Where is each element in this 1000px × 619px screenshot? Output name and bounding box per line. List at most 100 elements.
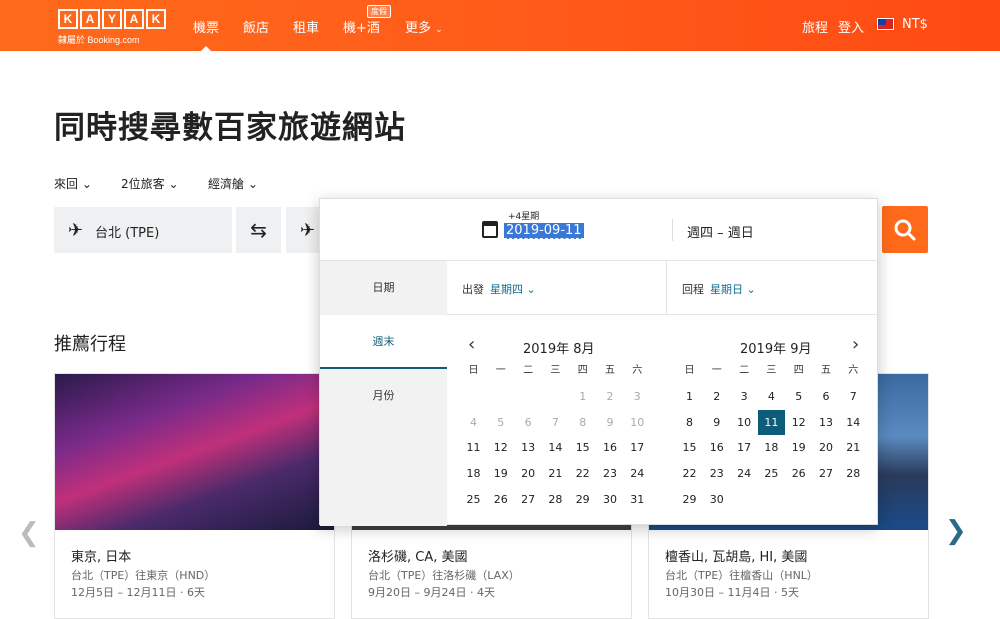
day-cell[interactable]: 12 bbox=[785, 410, 812, 435]
day-cell[interactable]: 15 bbox=[569, 435, 596, 460]
day-cell[interactable]: 1 bbox=[676, 384, 703, 409]
day-cell[interactable]: 21 bbox=[542, 461, 569, 486]
carousel-next-icon[interactable]: ❯ bbox=[945, 516, 967, 546]
nav-flights[interactable]: 機票 bbox=[193, 17, 219, 53]
day-cell[interactable]: 13 bbox=[515, 435, 542, 460]
day-cell[interactable]: 25 bbox=[460, 487, 487, 512]
day-cell[interactable]: 14 bbox=[542, 435, 569, 460]
prev-month-icon[interactable]: ‹ bbox=[468, 334, 475, 355]
day-cell: 5 bbox=[497, 415, 505, 429]
chevron-down-icon: ⌄ bbox=[81, 177, 92, 191]
tab-months[interactable]: 月份 bbox=[320, 369, 447, 423]
weekday-header: 日 bbox=[684, 365, 695, 376]
return-label: 回程 bbox=[682, 283, 704, 296]
day-cell[interactable]: 9 bbox=[703, 410, 730, 435]
day-cell[interactable]: 24 bbox=[624, 461, 651, 486]
carousel-prev-icon[interactable]: ❮ bbox=[18, 518, 40, 548]
depart-weekday-dropdown[interactable]: 星期四 ⌄ bbox=[490, 281, 536, 297]
day-cell[interactable]: 28 bbox=[840, 461, 867, 486]
day-cell[interactable]: 12 bbox=[487, 435, 514, 460]
day-cell[interactable]: 30 bbox=[703, 487, 730, 512]
day-cell[interactable]: 30 bbox=[597, 487, 624, 512]
taiwan-flag-icon[interactable] bbox=[877, 18, 894, 30]
nav-cars[interactable]: 租車 bbox=[293, 17, 319, 36]
trip-card-tokyo[interactable]: 東京, 日本 台北（TPE）往東京（HND） 12月5日 – 12月11日 · … bbox=[54, 373, 335, 619]
day-cell[interactable]: 28 bbox=[542, 487, 569, 512]
day-cell[interactable]: 24 bbox=[731, 461, 758, 486]
currency-selector[interactable]: NT$ bbox=[902, 17, 928, 32]
day-cell[interactable]: 16 bbox=[703, 435, 730, 460]
return-weekday-dropdown[interactable]: 星期日 ⌄ bbox=[710, 281, 756, 297]
tab-weekends[interactable]: 週末 bbox=[320, 315, 447, 369]
travelers-label: 2位旅客 bbox=[121, 177, 165, 191]
day-cell: 3 bbox=[633, 390, 641, 403]
day-cell[interactable]: 6 bbox=[813, 384, 840, 409]
card-title: 洛杉磯, CA, 美國 bbox=[368, 550, 468, 565]
nav-trips[interactable]: 旅程 bbox=[802, 17, 828, 36]
day-cell[interactable]: 11 bbox=[460, 435, 487, 460]
day-cell[interactable]: 14 bbox=[840, 410, 867, 435]
swap-button[interactable]: ⇆ bbox=[236, 207, 281, 253]
day-cell[interactable]: 22 bbox=[676, 461, 703, 486]
nav-login[interactable]: 登入 bbox=[838, 17, 864, 36]
day-cell[interactable]: 29 bbox=[676, 487, 703, 512]
day-cell[interactable]: 25 bbox=[758, 461, 785, 486]
day-cell[interactable]: 26 bbox=[785, 461, 812, 486]
card-route: 台北（TPE）往洛杉磯（LAX） bbox=[368, 569, 520, 582]
day-cell[interactable]: 16 bbox=[597, 435, 624, 460]
chevron-down-icon: ⌄ bbox=[435, 25, 443, 35]
flex-range-label: +4星期 bbox=[508, 212, 540, 222]
day-cell[interactable]: 23 bbox=[597, 461, 624, 486]
search-button[interactable] bbox=[882, 206, 928, 253]
day-cell[interactable]: 17 bbox=[731, 435, 758, 460]
day-cell[interactable]: 19 bbox=[487, 461, 514, 486]
day-cell[interactable]: 31 bbox=[624, 487, 651, 512]
selected-day-cell[interactable]: 11 bbox=[757, 409, 785, 435]
divider bbox=[672, 219, 673, 241]
next-month-icon[interactable]: › bbox=[852, 334, 859, 355]
nav-packages[interactable]: 機+酒 bbox=[343, 17, 380, 36]
day-cell[interactable]: 18 bbox=[758, 435, 785, 460]
day-cell[interactable]: 4 bbox=[758, 384, 785, 409]
day-cell[interactable]: 29 bbox=[569, 487, 596, 512]
day-cell[interactable]: 22 bbox=[569, 461, 596, 486]
day-cell[interactable]: 18 bbox=[460, 461, 487, 486]
day-cell[interactable]: 20 bbox=[813, 435, 840, 460]
day-cell[interactable]: 13 bbox=[813, 410, 840, 435]
day-cell[interactable]: 2 bbox=[703, 384, 730, 409]
trip-type-dropdown[interactable]: 來回 ⌄ bbox=[54, 175, 92, 192]
cabin-dropdown[interactable]: 經濟艙 ⌄ bbox=[208, 175, 258, 192]
day-cell[interactable]: 3 bbox=[731, 384, 758, 409]
day-cell[interactable]: 23 bbox=[703, 461, 730, 486]
kayak-logo[interactable]: K A Y A K bbox=[58, 9, 166, 29]
card-title: 檀香山, 瓦胡島, HI, 美國 bbox=[665, 550, 808, 565]
date-input[interactable]: 2019-09-11 bbox=[504, 223, 584, 239]
day-cell[interactable]: 19 bbox=[785, 435, 812, 460]
nav-more[interactable]: 更多 ⌄ bbox=[405, 17, 443, 36]
day-cell[interactable]: 15 bbox=[676, 435, 703, 460]
tab-dates[interactable]: 日期 bbox=[320, 261, 447, 315]
chevron-down-icon: ⌄ bbox=[247, 177, 258, 191]
day-cell[interactable]: 7 bbox=[840, 384, 867, 409]
swap-icon: ⇆ bbox=[250, 218, 267, 242]
card-dates: 9月20日 – 9月24日 · 4天 bbox=[368, 586, 495, 599]
day-cell[interactable]: 10 bbox=[731, 410, 758, 435]
chevron-down-icon: ⌄ bbox=[168, 177, 179, 191]
day-cell[interactable]: 27 bbox=[515, 487, 542, 512]
day-cell[interactable]: 27 bbox=[813, 461, 840, 486]
weekday-header: 三 bbox=[766, 365, 777, 376]
day-cell[interactable]: 26 bbox=[487, 487, 514, 512]
weekday-header: 六 bbox=[848, 365, 859, 376]
logo-letter: A bbox=[80, 9, 100, 29]
tokyo-photo bbox=[55, 374, 334, 530]
day-cell[interactable]: 8 bbox=[676, 410, 703, 435]
day-cell[interactable]: 21 bbox=[840, 435, 867, 460]
weekday-header: 四 bbox=[793, 365, 804, 376]
day-cell[interactable]: 20 bbox=[515, 461, 542, 486]
day-cell[interactable]: 17 bbox=[624, 435, 651, 460]
origin-field[interactable]: ✈ 台北 (TPE) bbox=[54, 207, 232, 253]
day-cell[interactable]: 5 bbox=[785, 384, 812, 409]
top-navigation-bar: K A Y A K 隸屬於 Booking.com 機票 飯店 租車 度假 機+… bbox=[0, 0, 1000, 53]
travelers-dropdown[interactable]: 2位旅客 ⌄ bbox=[121, 175, 179, 192]
nav-hotels[interactable]: 飯店 bbox=[243, 17, 269, 36]
